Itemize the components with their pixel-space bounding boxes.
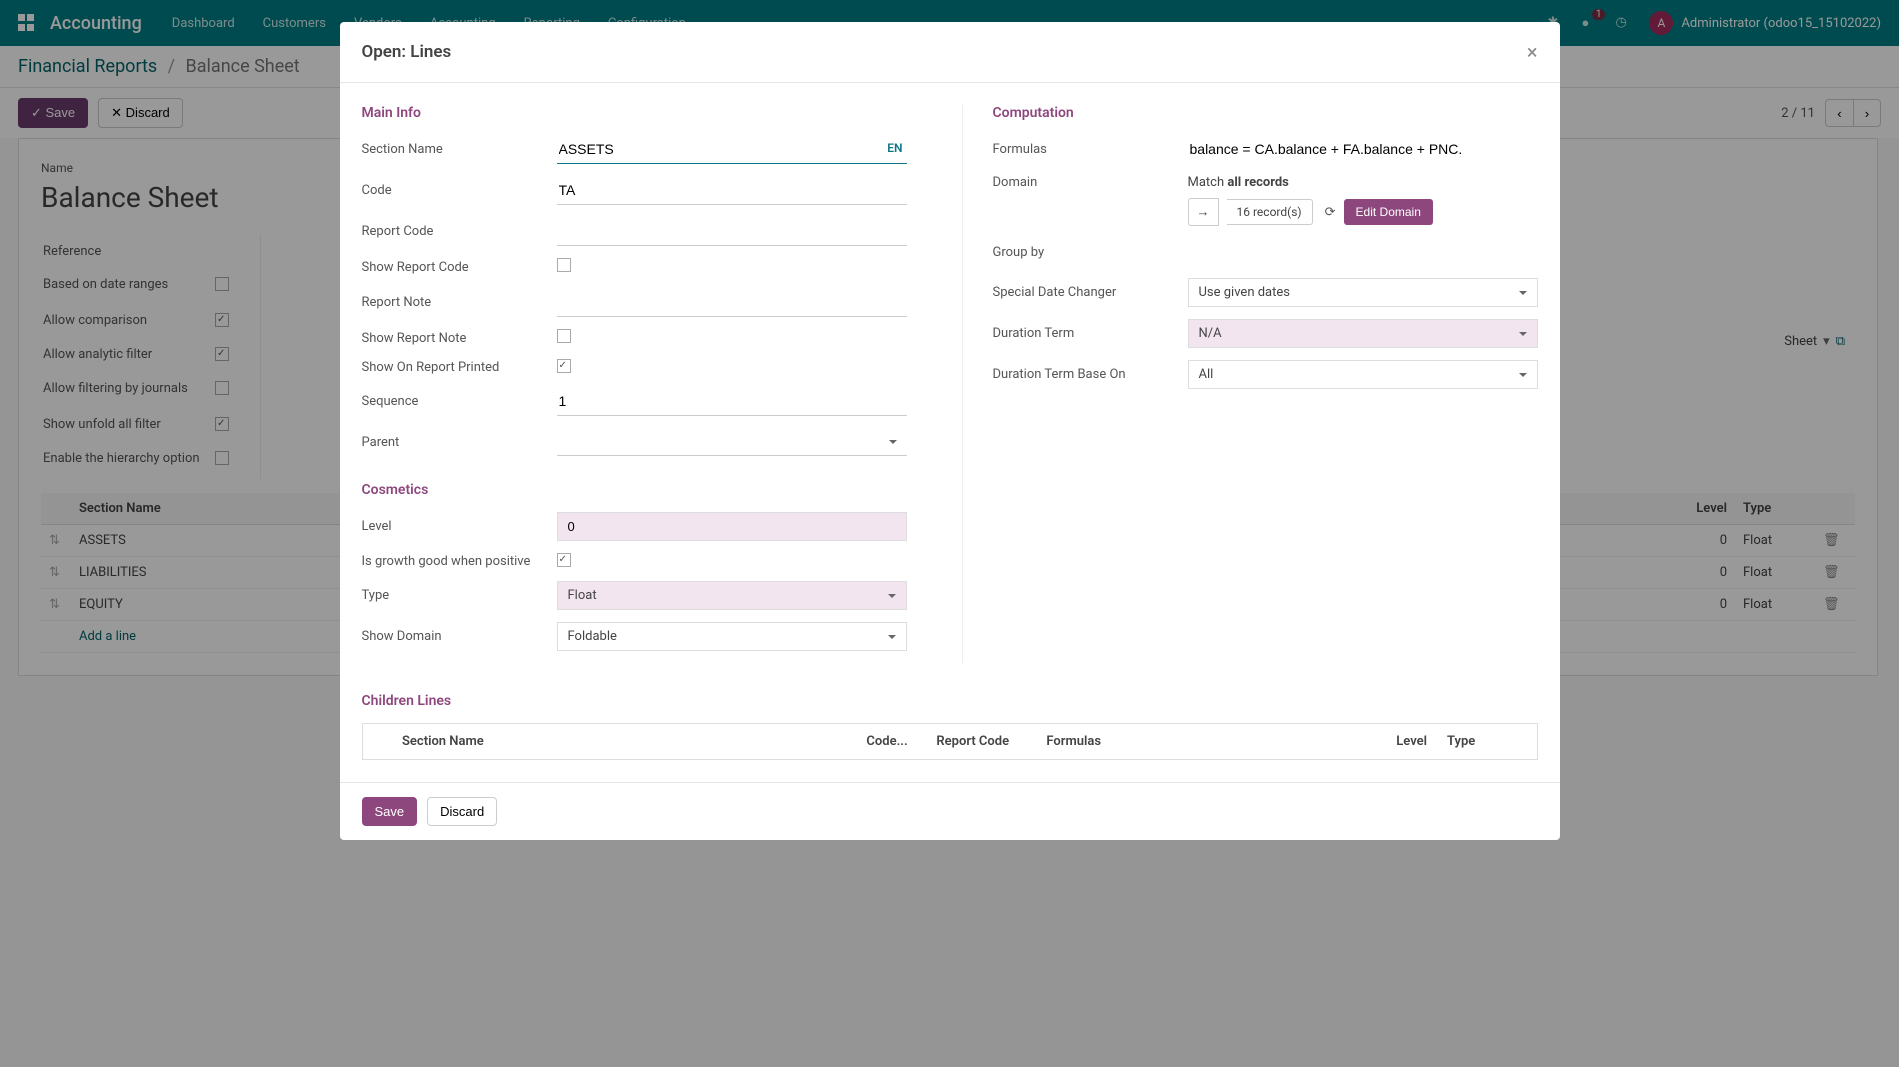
- lang-tag[interactable]: EN: [887, 141, 902, 155]
- level-input[interactable]: [557, 512, 907, 541]
- report-code-label: Report Code: [362, 224, 557, 239]
- group-by-label: Group by: [993, 245, 1188, 260]
- modal-footer: Save Discard: [340, 782, 1560, 840]
- modal-overlay: Open: Lines × Main Info Section Name EN: [0, 0, 1899, 1067]
- child-th-formulas: Formulas: [1036, 724, 1377, 760]
- show-domain-label: Show Domain: [362, 629, 557, 644]
- duration-term-label: Duration Term: [993, 326, 1188, 341]
- show-report-note-cb[interactable]: [557, 329, 571, 343]
- modal-title: Open: Lines: [362, 42, 1527, 62]
- domain-match: Match: [1188, 175, 1225, 190]
- modal-dialog: Open: Lines × Main Info Section Name EN: [340, 22, 1560, 840]
- report-note-input[interactable]: [557, 288, 907, 317]
- duration-base-select[interactable]: All: [1188, 360, 1538, 389]
- domain-records[interactable]: 16 record(s): [1227, 199, 1313, 225]
- main-info-title: Main Info: [362, 105, 907, 121]
- duration-term-select[interactable]: N/A: [1188, 319, 1538, 348]
- modal-body: Main Info Section Name EN Code Report Co: [340, 83, 1560, 782]
- section-name-label: Section Name: [362, 142, 557, 157]
- sequence-input[interactable]: [557, 387, 907, 416]
- code-input[interactable]: [557, 176, 907, 205]
- cosmetics-title: Cosmetics: [362, 482, 907, 498]
- report-code-input[interactable]: [557, 217, 907, 246]
- section-name-input[interactable]: [557, 135, 907, 164]
- parent-select[interactable]: [557, 428, 907, 456]
- sequence-label: Sequence: [362, 394, 557, 409]
- special-date-label: Special Date Changer: [993, 285, 1188, 300]
- formulas-input[interactable]: [1188, 135, 1538, 163]
- level-label: Level: [362, 519, 557, 534]
- show-report-code-cb[interactable]: [557, 258, 571, 272]
- type-label: Type: [362, 588, 557, 603]
- show-report-note-label: Show Report Note: [362, 331, 557, 346]
- close-icon[interactable]: ×: [1527, 40, 1538, 64]
- show-domain-select[interactable]: Foldable: [557, 622, 907, 651]
- show-on-printed-cb[interactable]: [557, 359, 571, 373]
- child-th-section: Section Name: [392, 724, 856, 760]
- type-select[interactable]: Float: [557, 581, 907, 610]
- duration-base-label: Duration Term Base On: [993, 367, 1188, 382]
- child-th-report-code: Report Code: [926, 724, 1036, 760]
- refresh-icon[interactable]: ⟳: [1325, 205, 1336, 220]
- special-date-select[interactable]: Use given dates: [1188, 278, 1538, 307]
- show-report-code-label: Show Report Code: [362, 260, 557, 275]
- modal-save-button[interactable]: Save: [362, 797, 418, 826]
- edit-domain-button[interactable]: Edit Domain: [1344, 199, 1433, 225]
- growth-label: Is growth good when positive: [362, 554, 557, 569]
- modal-discard-button[interactable]: Discard: [427, 797, 497, 826]
- formulas-label: Formulas: [993, 142, 1188, 157]
- code-label: Code: [362, 183, 557, 198]
- domain-label: Domain: [993, 175, 1188, 190]
- children-table: Section Name Code... Report Code Formula…: [362, 723, 1538, 760]
- child-th-code: Code...: [856, 724, 926, 760]
- group-by-input[interactable]: [1188, 238, 1538, 266]
- parent-label: Parent: [362, 435, 557, 450]
- show-on-printed-label: Show On Report Printed: [362, 360, 557, 375]
- children-title: Children Lines: [362, 693, 1538, 709]
- computation-title: Computation: [993, 105, 1538, 121]
- growth-cb[interactable]: [557, 553, 571, 567]
- domain-all: all records: [1227, 175, 1288, 190]
- domain-arrow-icon[interactable]: →: [1188, 198, 1219, 226]
- child-th-type: Type: [1437, 724, 1507, 760]
- report-note-label: Report Note: [362, 295, 557, 310]
- child-th-level: Level: [1377, 724, 1437, 760]
- modal-header: Open: Lines ×: [340, 22, 1560, 83]
